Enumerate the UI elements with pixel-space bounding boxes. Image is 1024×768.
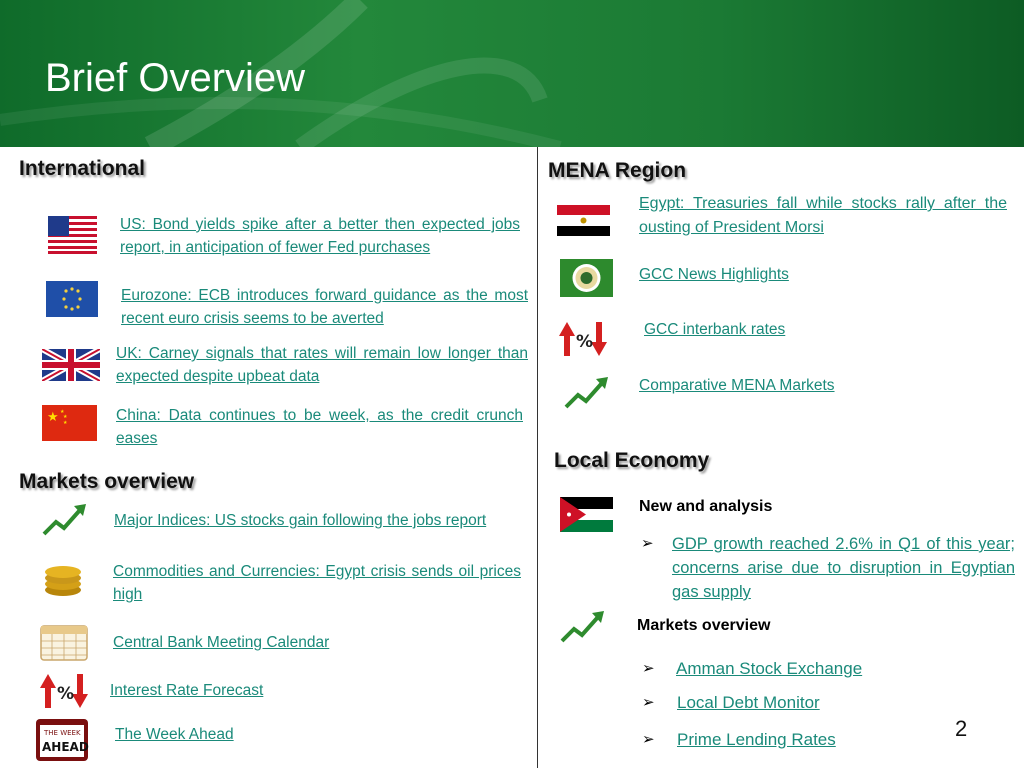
trend-up-icon xyxy=(564,377,608,409)
gold-coins-icon xyxy=(45,566,81,596)
us-flag-icon xyxy=(48,216,97,254)
markets-overview-heading: Markets overview xyxy=(19,470,195,493)
intl-item-uk-link[interactable]: UK: Carney signals that rates will remai… xyxy=(116,342,528,388)
markets-item-week-ahead-link[interactable]: The Week Ahead xyxy=(115,723,415,746)
local-market-debt-link[interactable]: Local Debt Monitor xyxy=(677,691,977,714)
header-banner: Brief Overview xyxy=(0,0,1024,147)
column-divider xyxy=(537,147,538,768)
page-title: Brief Overview xyxy=(45,56,306,100)
mena-item-gcc-interbank-link[interactable]: GCC interbank rates xyxy=(644,318,944,341)
markets-item-major-indices-link[interactable]: Major Indices: US stocks gain following … xyxy=(114,509,524,532)
international-heading: International xyxy=(19,157,146,180)
interest-rate-icon: % xyxy=(559,322,607,356)
intl-item-us-link[interactable]: US: Bond yields spike after a better the… xyxy=(120,213,520,259)
local-market-amman-link[interactable]: Amman Stock Exchange xyxy=(676,657,976,680)
svg-text:%: % xyxy=(576,332,593,352)
mena-heading: MENA Region xyxy=(548,159,687,182)
page-number: 2 xyxy=(955,716,968,741)
local-market-prime-lending-link[interactable]: Prime Lending Rates xyxy=(677,728,977,751)
local-economy-heading: Local Economy xyxy=(554,449,710,472)
news-analysis-label: New and analysis xyxy=(639,498,773,515)
mena-item-gcc-news-link[interactable]: GCC News Highlights xyxy=(639,263,939,286)
trend-up-icon xyxy=(560,611,604,643)
bullet-arrow-icon: ➢ xyxy=(642,731,655,748)
mena-item-comparative-link[interactable]: Comparative MENA Markets xyxy=(639,374,939,397)
mena-item-egypt-link[interactable]: Egypt: Treasuries fall while stocks rall… xyxy=(639,192,1007,240)
svg-text:THE WEEK: THE WEEK xyxy=(43,729,81,737)
china-flag-icon: ★ ★ ★ ★ xyxy=(42,405,97,441)
svg-text:AHEAD: AHEAD xyxy=(42,740,89,754)
calendar-icon xyxy=(40,625,88,661)
interest-rate-icon: % xyxy=(40,674,88,708)
bullet-arrow-icon: ➢ xyxy=(641,535,654,552)
bullet-arrow-icon: ➢ xyxy=(642,660,655,677)
egypt-flag-icon xyxy=(557,205,610,236)
bullet-arrow-icon: ➢ xyxy=(642,694,655,711)
gcc-emblem-icon xyxy=(560,259,613,297)
intl-item-china-link[interactable]: China: Data continues to be week, as the… xyxy=(116,404,523,450)
svg-text:%: % xyxy=(57,684,74,704)
local-gdp-news-link[interactable]: GDP growth reached 2.6% in Q1 of this ye… xyxy=(672,532,1015,604)
intl-item-eurozone-link[interactable]: Eurozone: ECB introduces forward guidanc… xyxy=(121,284,528,330)
uk-flag-icon xyxy=(42,349,100,381)
trend-up-icon xyxy=(42,504,86,536)
svg-text:★: ★ xyxy=(63,420,68,426)
eu-flag-icon xyxy=(46,281,98,317)
local-markets-overview-label: Markets overview xyxy=(637,617,771,634)
jordan-flag-icon xyxy=(560,497,613,532)
markets-item-commodities-link[interactable]: Commodities and Currencies: Egypt crisis… xyxy=(113,560,521,606)
week-ahead-icon: THE WEEK AHEAD xyxy=(36,719,89,761)
markets-item-interest-rate-link[interactable]: Interest Rate Forecast xyxy=(110,679,410,702)
markets-item-calendar-link[interactable]: Central Bank Meeting Calendar xyxy=(113,631,413,654)
svg-text:★: ★ xyxy=(47,410,59,425)
